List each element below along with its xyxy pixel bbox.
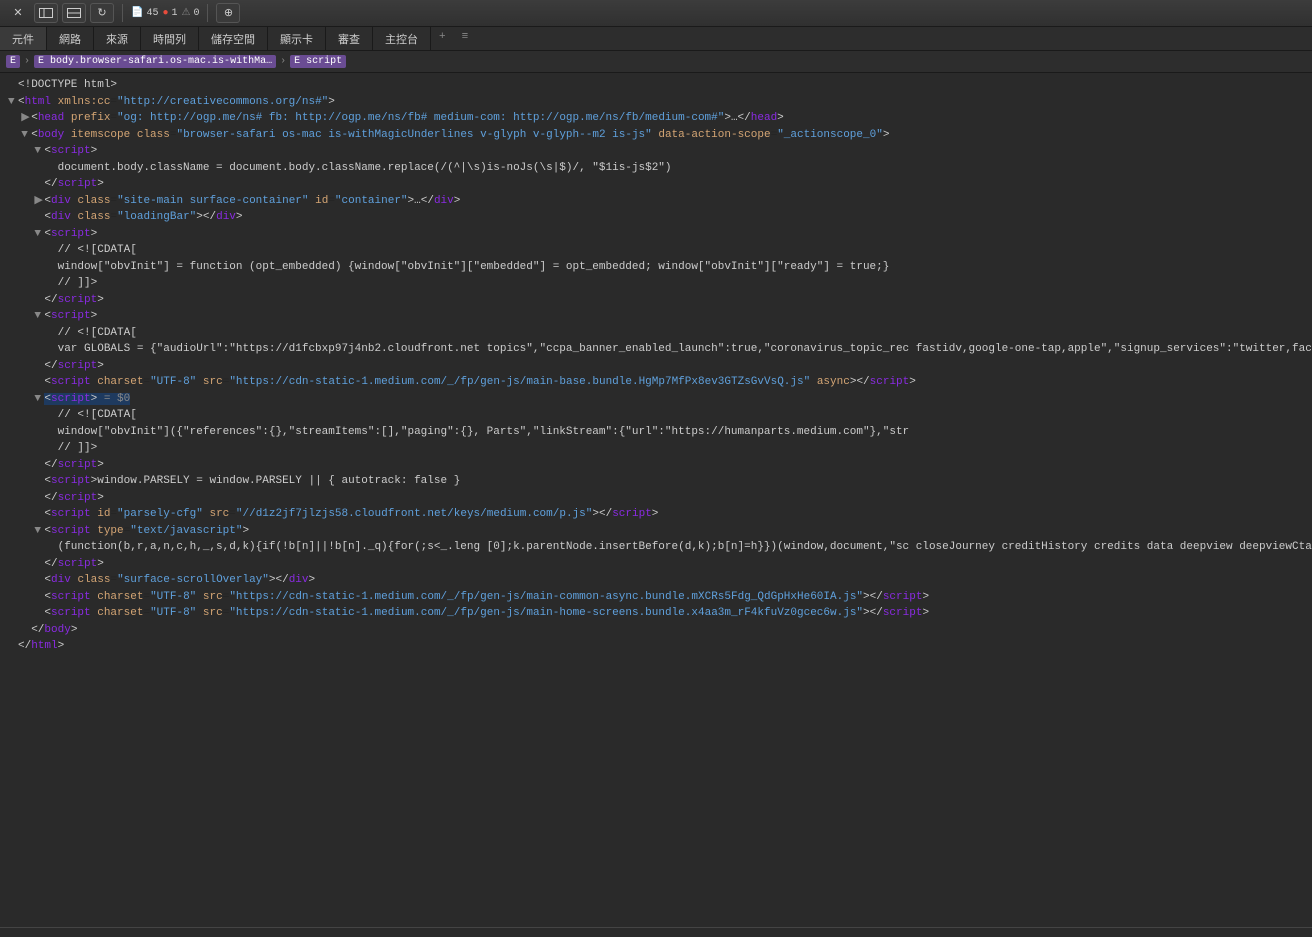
source-line[interactable]: ▼<script> (8, 143, 1312, 160)
source-line[interactable]: <div class="loadingBar"></div> (8, 209, 1312, 226)
source-line[interactable]: <script>window.PARSELY = window.PARSELY … (8, 473, 1312, 490)
source-line[interactable]: ▼<script> (8, 308, 1312, 325)
dock-left-icon[interactable] (34, 3, 58, 23)
source-line[interactable]: ▼<script type="text/javascript"> (8, 523, 1312, 540)
add-tab-icon[interactable]: + (431, 27, 454, 50)
devtools-tab[interactable]: 主控台 (373, 27, 431, 50)
source-line[interactable]: // <![CDATA[ (8, 407, 1312, 424)
source-line[interactable]: ▼<body itemscope class="browser-safari o… (8, 127, 1312, 144)
source-line[interactable]: </script> (8, 457, 1312, 474)
devtools-tab[interactable]: 儲存空間 (199, 27, 268, 50)
source-line[interactable]: </script> (8, 292, 1312, 309)
scrollbar[interactable] (0, 927, 1312, 937)
crumb[interactable]: E script (290, 55, 346, 68)
source-line[interactable]: // <![CDATA[ (8, 325, 1312, 342)
crumb[interactable]: E body.browser-safari.os-mac.is-withMa… (34, 55, 276, 68)
source-line[interactable]: <div class="surface-scrollOverlay"></div… (8, 572, 1312, 589)
source-line[interactable]: var GLOBALS = {"audioUrl":"https://d1fcb… (8, 341, 1312, 358)
source-line[interactable]: <script charset="UTF-8" src="https://cdn… (8, 605, 1312, 622)
devtools-tab[interactable]: 顯示卡 (268, 27, 326, 50)
warning-count[interactable]: ⚠ 0 (182, 7, 200, 19)
dom-tree[interactable]: <!DOCTYPE html>▼<html xmlns:cc="http://c… (0, 73, 1312, 927)
source-line[interactable]: </body> (8, 622, 1312, 639)
target-icon[interactable]: ⊕ (216, 3, 240, 23)
source-line[interactable]: ▶<head prefix="og: http://ogp.me/ns# fb:… (8, 110, 1312, 127)
source-line[interactable]: // <![CDATA[ (8, 242, 1312, 259)
source-line[interactable]: (function(b,r,a,n,c,h,_,s,d,k){if(!b[n]|… (8, 539, 1312, 556)
devtools-tab[interactable]: 網路 (47, 27, 94, 50)
source-line[interactable]: <!DOCTYPE html> (8, 77, 1312, 94)
close-devtools-icon[interactable]: ✕ (6, 3, 30, 23)
source-line[interactable]: ▼<script> = $0 (8, 391, 1312, 408)
tab-menu-icon[interactable]: ≡ (454, 27, 477, 50)
devtools-tab[interactable]: 審查 (326, 27, 373, 50)
source-line[interactable]: <script charset="UTF-8" src="https://cdn… (8, 374, 1312, 391)
source-line[interactable]: window["obvInit"] = function (opt_embedd… (8, 259, 1312, 276)
devtools-tab[interactable]: 來源 (94, 27, 141, 50)
source-line[interactable]: </script> (8, 358, 1312, 375)
source-line[interactable]: <script id="parsely-cfg" src="//d1z2jf7j… (8, 506, 1312, 523)
crumb[interactable]: E (6, 55, 20, 68)
devtools-tab[interactable]: 元件 (0, 27, 47, 50)
source-line[interactable]: </html> (8, 638, 1312, 655)
source-line[interactable]: window["obvInit"]({"references":{},"stre… (8, 424, 1312, 441)
source-line[interactable]: ▼<script> (8, 226, 1312, 243)
source-line[interactable]: ▶<div class="site-main surface-container… (8, 193, 1312, 210)
source-line[interactable]: ▼<html xmlns:cc="http://creativecommons.… (8, 94, 1312, 111)
devtools-tabs: 元件網路來源時間列儲存空間顯示卡審查主控台+≡ (0, 27, 1312, 51)
devtools-toolbar: ✕ ↻ 📄 45 ● 1 ⚠ 0 ⊕ 🔍 搜尋 (0, 0, 1312, 27)
source-line[interactable]: document.body.className = document.body.… (8, 160, 1312, 177)
dock-bottom-icon[interactable] (62, 3, 86, 23)
source-line[interactable]: </script> (8, 556, 1312, 573)
source-line[interactable]: </script> (8, 176, 1312, 193)
devtools-tab[interactable]: 時間列 (141, 27, 199, 50)
error-count[interactable]: ● 1 (162, 8, 177, 19)
source-line[interactable]: // ]]> (8, 440, 1312, 457)
source-line[interactable]: // ]]> (8, 275, 1312, 292)
doc-count[interactable]: 📄 45 (131, 7, 158, 19)
source-line[interactable]: </script> (8, 490, 1312, 507)
source-line[interactable]: <script charset="UTF-8" src="https://cdn… (8, 589, 1312, 606)
reload-icon[interactable]: ↻ (90, 3, 114, 23)
dom-breadcrumb: E › E body.browser-safari.os-mac.is-with… (0, 51, 1312, 73)
devtools: ✕ ↻ 📄 45 ● 1 ⚠ 0 ⊕ 🔍 搜尋 元件網路來源時間列儲存空間顯示卡… (0, 0, 1312, 937)
